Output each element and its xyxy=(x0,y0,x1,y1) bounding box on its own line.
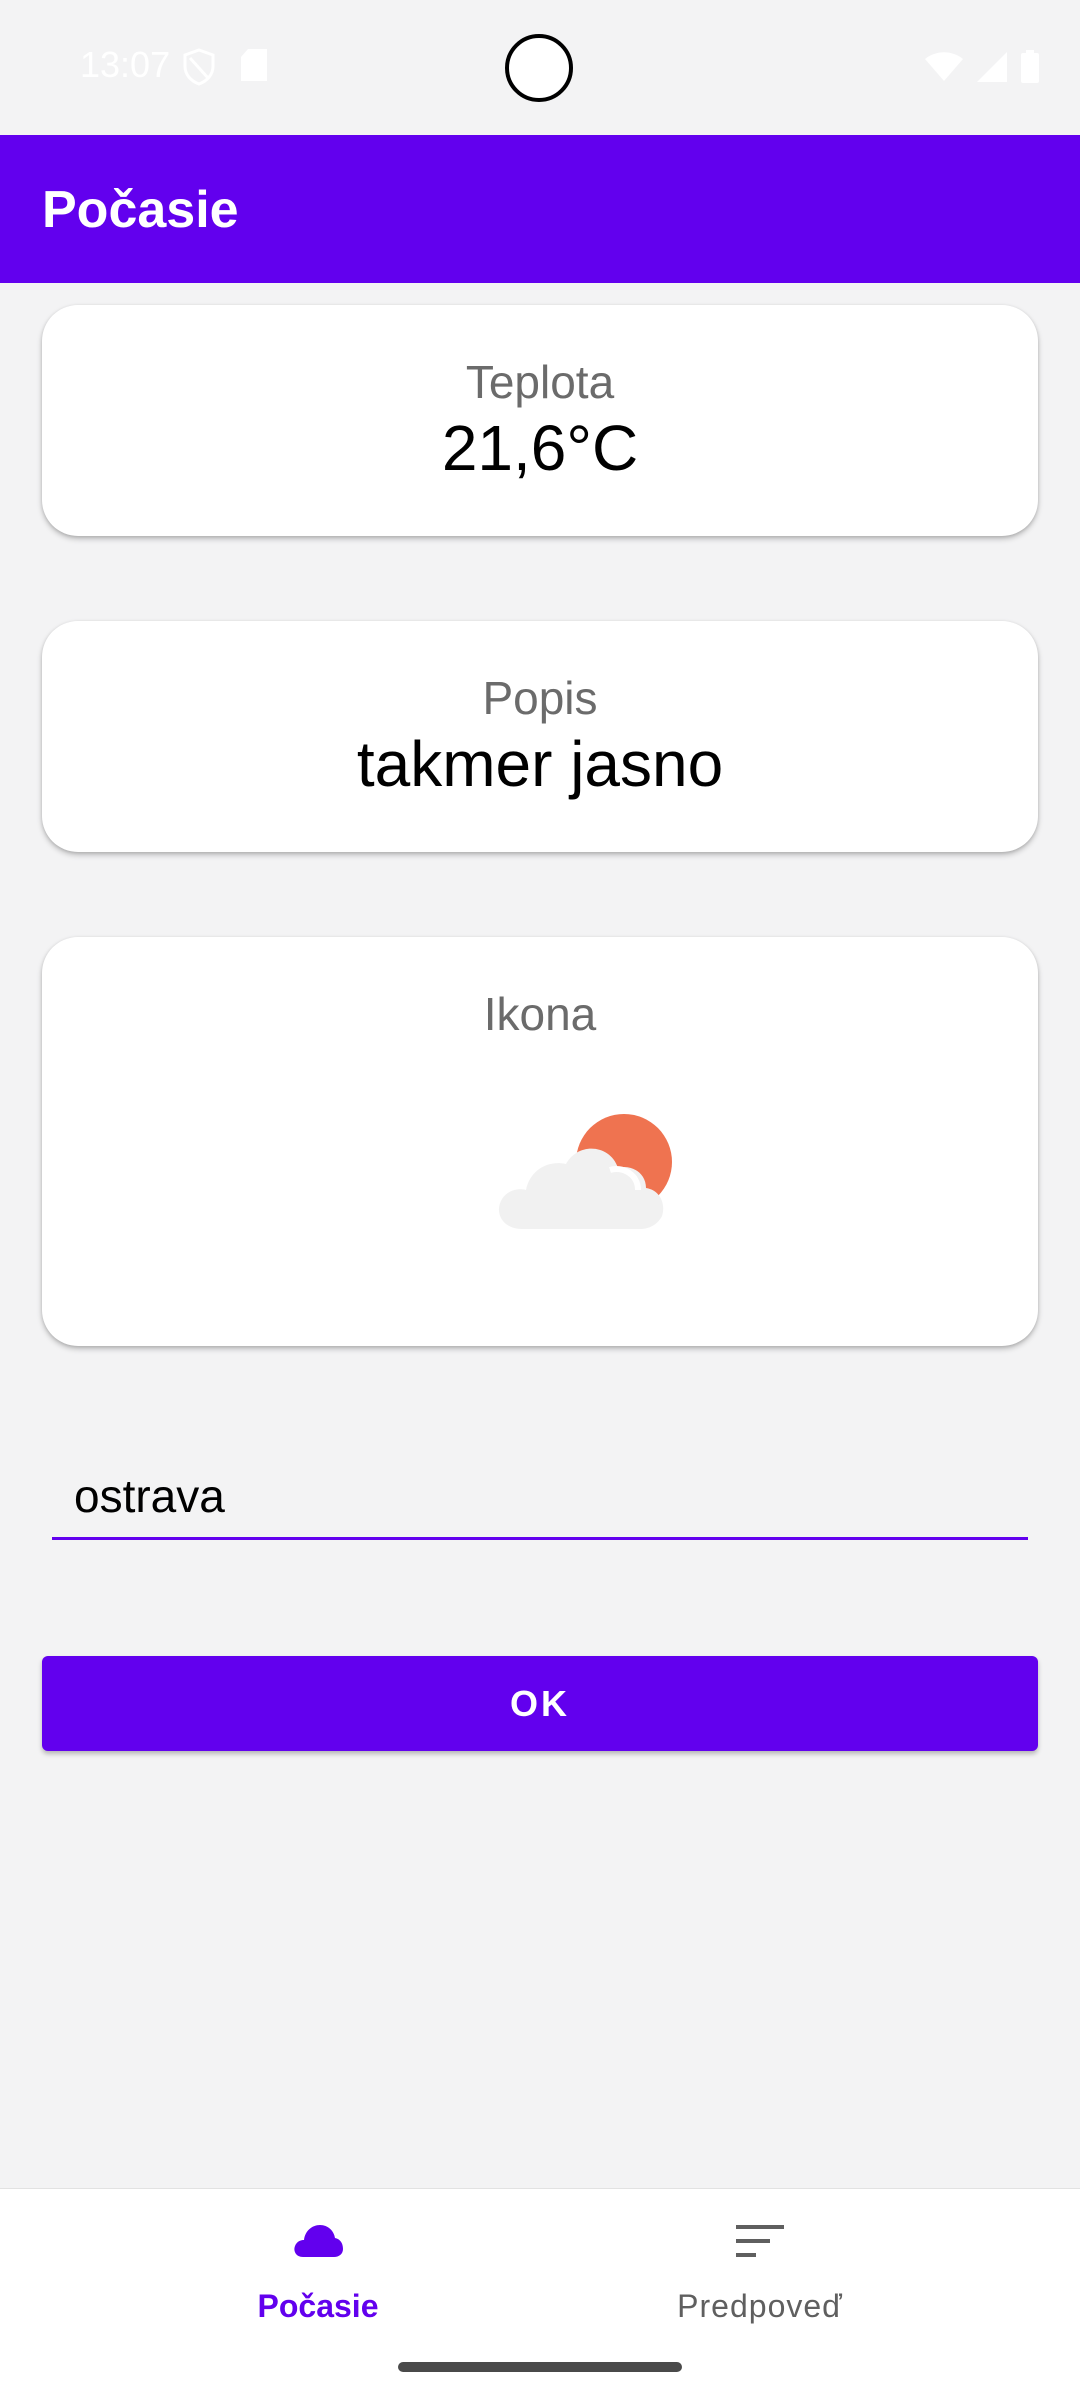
app-bar: Počasie xyxy=(0,135,1080,283)
temperature-value: 21,6°C xyxy=(441,412,639,485)
ok-button[interactable]: OK xyxy=(42,1656,1038,1751)
nav-item-forecast[interactable]: Predpoveď xyxy=(490,2189,1030,2349)
status-right-icons xyxy=(924,50,1040,89)
status-bar: 13:07 xyxy=(0,0,1080,135)
description-value: takmer jasno xyxy=(356,728,724,801)
weather-icon-card: Ikona xyxy=(42,937,1038,1346)
signal-icon xyxy=(976,51,1008,88)
shield-icon xyxy=(182,48,216,91)
sort-lines-icon xyxy=(734,2223,786,2264)
description-card: Popis takmer jasno xyxy=(42,621,1038,852)
temperature-card: Teplota 21,6°C xyxy=(42,305,1038,536)
status-left-icons xyxy=(182,48,268,91)
battery-icon xyxy=(1020,50,1040,89)
nav-label-forecast: Predpoveď xyxy=(677,2288,843,2324)
weather-icon-label: Ikona xyxy=(483,988,597,1040)
wifi-icon xyxy=(924,51,964,88)
status-time: 13:07 xyxy=(80,44,171,85)
cloud-icon xyxy=(293,2223,343,2264)
description-label: Popis xyxy=(482,672,598,724)
page-title: Počasie xyxy=(42,181,239,239)
city-input-field xyxy=(52,1455,1028,1540)
city-input[interactable] xyxy=(52,1455,1028,1537)
sd-card-icon xyxy=(240,48,268,91)
temperature-label: Teplota xyxy=(465,356,615,408)
home-indicator[interactable] xyxy=(398,2362,682,2372)
camera-cutout xyxy=(505,34,573,102)
partly-cloudy-icon xyxy=(494,1104,674,1234)
